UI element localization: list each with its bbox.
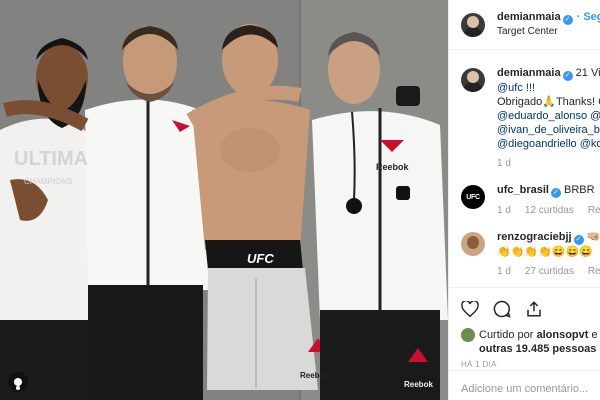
reply-button[interactable]: Respo — [588, 205, 600, 216]
comment-text-line: Obrigado🙏Thanks! C — [497, 96, 600, 108]
shirt-text-ultimate: ULTIMA — [14, 148, 88, 170]
comment-text: 🤜🏼 — [586, 231, 600, 243]
comment-likes[interactable]: 27 curtidas — [525, 266, 574, 277]
author-username[interactable]: demianmaia — [497, 11, 561, 23]
comment-text: 21 Vit — [575, 67, 600, 79]
verified-badge-icon: ✓ — [562, 15, 573, 25]
shirt-text-champions: CHAMPIONS — [24, 177, 72, 186]
post-side-panel: demianmaia✓· Segu Target Center demianma… — [448, 0, 600, 400]
comment-meta: 1 d — [497, 157, 600, 171]
author-avatar[interactable] — [461, 12, 485, 37]
add-comment-input[interactable]: Adicione um comentário... — [449, 370, 600, 400]
verified-badge-icon: ✓ — [562, 71, 573, 81]
commenter-username[interactable]: ufc_brasil — [497, 184, 549, 196]
likes-count[interactable]: outras 19.485 pessoas — [479, 343, 596, 355]
instagram-post-view: ULTIMA CHAMPIONS UFC Reebok Reebok Reebo… — [0, 0, 600, 400]
post-timestamp[interactable]: HÁ 1 DIA — [461, 360, 589, 369]
post-header: demianmaia✓ · Segu Target Center — [449, 0, 600, 50]
liker-username[interactable]: alonsopvt — [536, 329, 588, 341]
jacket-sponsor-logo: Reebok — [376, 162, 410, 172]
commenter-username[interactable]: demianmaia — [497, 67, 561, 79]
liker-avatar[interactable] — [461, 328, 475, 342]
liked-by-summary: Curtido por alonsopvt e outras 19.485 pe… — [461, 328, 598, 356]
commenter-username[interactable]: renzograciebjj — [497, 231, 572, 243]
shorts-sponsor-logo: Reebok — [300, 371, 329, 380]
comment-likes[interactable]: 12 curtidas — [525, 205, 574, 216]
pants-sponsor-logo: Reebok — [404, 380, 433, 389]
post-photo[interactable]: ULTIMA CHAMPIONS UFC Reebok Reebok Reebo… — [0, 0, 448, 400]
comment-age[interactable]: 1 d — [497, 266, 511, 277]
comment-meta: 1 d 12 curtidas Respo — [497, 204, 600, 218]
comment-caption: demianmaia✓ 21 Vit @ufc !!! Obrigado🙏Tha… — [461, 66, 600, 171]
verified-badge-icon: ✓ — [573, 235, 584, 245]
comment-meta: 1 d 27 curtidas Respo — [497, 265, 600, 279]
comment-item: renzograciebjj ✓ 🤜🏼 👏👏👏👏😄😄😄 1 d 27 curtida… — [461, 230, 600, 279]
comment-bubble-icon[interactable] — [493, 300, 511, 318]
liked-by-joiner: e — [591, 329, 598, 341]
commenter-avatar[interactable]: UFC — [461, 185, 485, 209]
follow-button[interactable]: · Segu — [577, 11, 600, 23]
commenter-avatar[interactable] — [461, 68, 485, 92]
shorts-ufc-logo: UFC — [247, 251, 274, 266]
mention-link[interactable]: @ufc !!! — [497, 81, 600, 95]
action-icons — [461, 294, 589, 324]
mention-link[interactable]: @diegoandriello @ko — [497, 137, 600, 151]
comments-list: demianmaia✓ 21 Vit @ufc !!! Obrigado🙏Tha… — [449, 50, 600, 287]
share-upload-icon[interactable] — [525, 300, 543, 318]
liked-by-prefix: Curtido por — [479, 329, 534, 341]
reply-button[interactable]: Respo — [588, 266, 600, 277]
follow-label: Segu — [583, 11, 600, 23]
comment-text: BRBR — [564, 184, 595, 196]
photo-scene: ULTIMA CHAMPIONS UFC Reebok Reebok Reebo… — [0, 0, 448, 400]
mention-link[interactable]: @ivan_de_oliveira_bo — [497, 123, 600, 137]
verified-badge-icon: ✓ — [550, 188, 561, 198]
mention-link[interactable]: @eduardo_alonso @v — [497, 109, 600, 123]
like-heart-icon[interactable] — [461, 301, 479, 317]
commenter-avatar[interactable] — [461, 232, 485, 256]
comment-age[interactable]: 1 d — [497, 205, 511, 216]
comment-age[interactable]: 1 d — [497, 158, 511, 169]
comment-item: UFC ufc_brasil✓ BRBR 1 d 12 curtidas Respo — [461, 183, 600, 218]
post-location[interactable]: Target Center — [497, 25, 600, 39]
tagged-people-icon[interactable] — [8, 372, 28, 392]
post-actions: Curtido por alonsopvt e outras 19.485 pe… — [449, 287, 600, 397]
comment-emoji-line: 👏👏👏👏😄😄😄 — [497, 246, 593, 258]
